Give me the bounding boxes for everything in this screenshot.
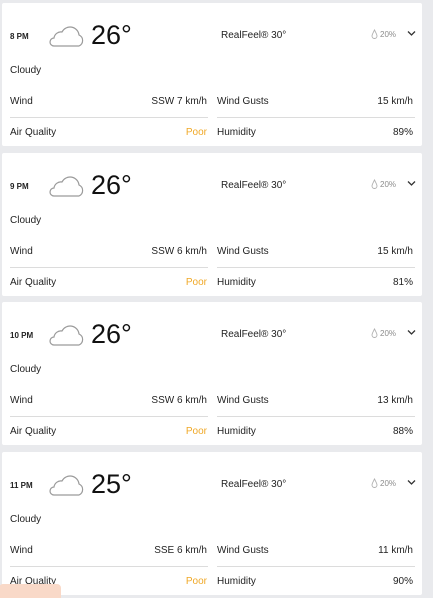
temperature: 25° <box>91 469 132 499</box>
realfeel: RealFeel® 30° <box>221 180 287 191</box>
hour-time: 11 PM <box>10 481 33 490</box>
hourly-card-8pm[interactable]: 8 PM 26° RealFeel® 30° 20% Cloudy Wind S… <box>2 3 422 146</box>
humidity-label: Humidity <box>217 277 256 288</box>
wind-gusts-label: Wind Gusts <box>217 545 269 556</box>
hourly-card-9pm[interactable]: 9 PM 26° RealFeel® 30° 20% Cloudy Wind S… <box>2 153 422 296</box>
wind-label: Wind <box>10 246 33 257</box>
precip-value: 20% <box>380 328 397 338</box>
precip-value: 20% <box>380 179 397 189</box>
hourly-card-10pm[interactable]: 10 PM 26° RealFeel® 30° 20% Cloudy Wind … <box>2 302 422 445</box>
hourly-card-11pm[interactable]: 11 PM 25° RealFeel® 30° 20% Cloudy Wind … <box>2 452 422 595</box>
condition-text: Cloudy <box>10 65 42 76</box>
precip-value: 20% <box>380 29 397 39</box>
wind-value: SSW 6 km/h <box>151 395 207 406</box>
temperature: 26° <box>91 20 132 50</box>
humidity-label: Humidity <box>217 127 256 138</box>
raindrop-icon <box>371 179 378 189</box>
humidity-value: 90% <box>392 576 413 587</box>
humidity-label: Humidity <box>217 576 256 587</box>
chevron-down-icon[interactable] <box>407 30 416 37</box>
air-quality-value: Poor <box>185 576 207 587</box>
air-quality-value: Poor <box>185 127 207 138</box>
hour-time: 8 PM <box>10 32 29 41</box>
precipitation: 20% <box>371 328 396 338</box>
air-quality-value: Poor <box>185 277 207 288</box>
divider <box>10 416 208 417</box>
chevron-down-icon[interactable] <box>407 329 416 336</box>
precipitation: 20% <box>371 179 396 189</box>
wind-label: Wind <box>10 545 33 556</box>
precipitation: 20% <box>371 478 396 488</box>
realfeel: RealFeel® 30° <box>221 30 287 41</box>
divider <box>217 267 415 268</box>
temperature: 26° <box>91 170 132 200</box>
condition-text: Cloudy <box>10 215 42 226</box>
humidity-value: 88% <box>392 426 413 437</box>
wind-value: SSW 7 km/h <box>151 96 207 107</box>
humidity-value: 81% <box>392 277 413 288</box>
wind-gusts-label: Wind Gusts <box>217 96 269 107</box>
divider <box>10 566 208 567</box>
cloud-icon <box>49 475 84 496</box>
realfeel: RealFeel® 30° <box>221 479 287 490</box>
wind-gusts-value: 13 km/h <box>377 395 413 406</box>
wind-gusts-value: 15 km/h <box>377 246 413 257</box>
wind-value: SSE 6 km/h <box>154 545 207 556</box>
temperature: 26° <box>91 319 132 349</box>
divider <box>10 117 208 118</box>
divider <box>217 566 415 567</box>
bottom-edge-tab[interactable] <box>0 584 61 598</box>
condition-text: Cloudy <box>10 514 42 525</box>
divider <box>10 267 208 268</box>
divider <box>217 416 415 417</box>
chevron-down-icon[interactable] <box>407 479 416 486</box>
wind-value: SSW 6 km/h <box>151 246 207 257</box>
air-quality-label: Air Quality <box>10 277 57 288</box>
humidity-value: 89% <box>392 127 413 138</box>
wind-label: Wind <box>10 96 33 107</box>
humidity-label: Humidity <box>217 426 256 437</box>
precip-value: 20% <box>380 478 397 488</box>
air-quality-value: Poor <box>185 426 207 437</box>
air-quality-label: Air Quality <box>10 426 57 437</box>
wind-gusts-label: Wind Gusts <box>217 395 269 406</box>
realfeel: RealFeel® 30° <box>221 329 287 340</box>
cloud-icon <box>49 176 84 197</box>
raindrop-icon <box>371 478 378 488</box>
hour-time: 10 PM <box>10 331 34 340</box>
chevron-down-icon[interactable] <box>407 180 416 187</box>
cloud-icon <box>49 26 84 47</box>
precipitation: 20% <box>371 29 396 39</box>
air-quality-label: Air Quality <box>10 127 57 138</box>
divider <box>217 117 415 118</box>
cloud-icon <box>49 325 84 346</box>
raindrop-icon <box>371 29 378 39</box>
wind-gusts-value: 15 km/h <box>377 96 413 107</box>
wind-gusts-label: Wind Gusts <box>217 246 269 257</box>
raindrop-icon <box>371 328 378 338</box>
wind-gusts-value: 11 km/h <box>378 545 413 556</box>
condition-text: Cloudy <box>10 364 42 375</box>
wind-label: Wind <box>10 395 33 406</box>
hour-time: 9 PM <box>10 182 29 191</box>
